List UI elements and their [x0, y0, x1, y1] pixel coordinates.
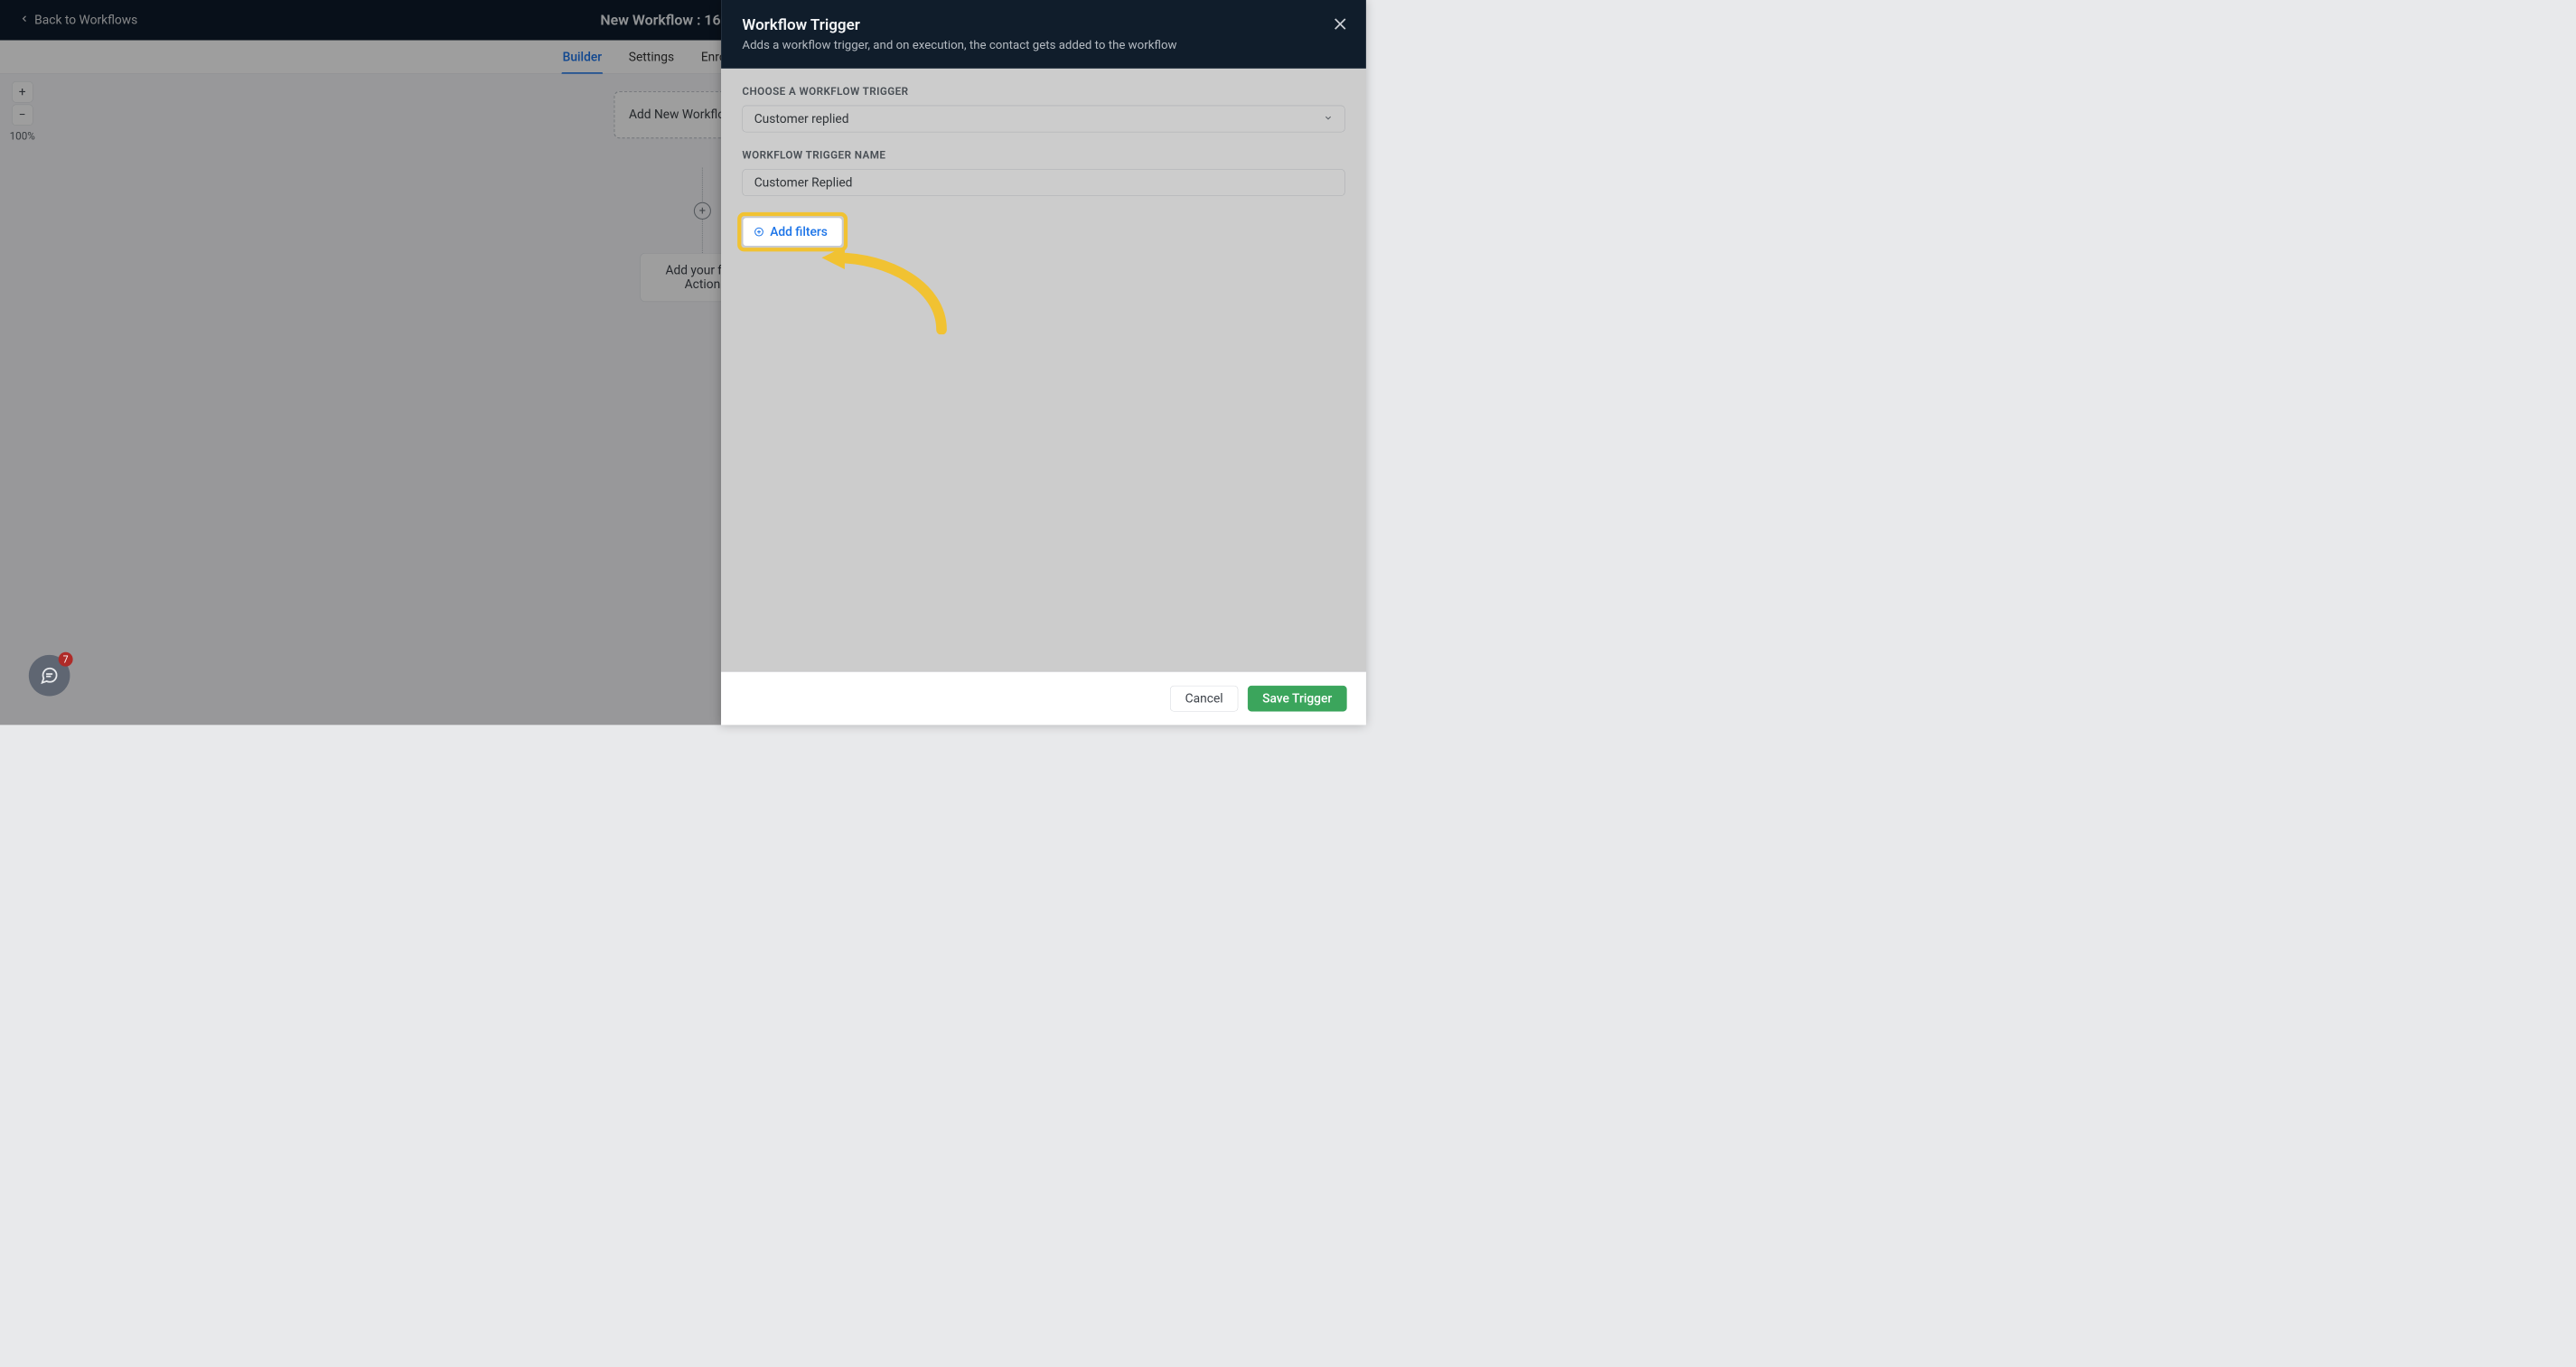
add-filters-highlight: Add filters	[742, 217, 842, 247]
close-button[interactable]	[1332, 15, 1349, 33]
cancel-button[interactable]: Cancel	[1170, 686, 1238, 712]
plus-circle-icon	[754, 227, 764, 238]
panel-subtitle: Adds a workflow trigger, and on executio…	[742, 38, 1344, 51]
trigger-select-value: Customer replied	[754, 112, 849, 126]
tab-builder[interactable]: Builder	[563, 41, 602, 72]
chevron-left-icon	[19, 13, 30, 27]
connector-line	[702, 220, 703, 253]
back-label: Back to Workflows	[34, 13, 137, 27]
annotation-arrow-icon	[817, 243, 951, 334]
close-icon	[1332, 15, 1349, 33]
zoom-controls: + − 100%	[10, 81, 35, 142]
panel-body: CHOOSE A WORKFLOW TRIGGER Customer repli…	[721, 69, 1366, 672]
zoom-level-label: 100%	[10, 130, 35, 142]
add-filters-label: Add filters	[770, 225, 828, 239]
chevron-down-icon	[1324, 112, 1334, 126]
save-trigger-button[interactable]: Save Trigger	[1248, 686, 1347, 712]
tab-settings[interactable]: Settings	[629, 41, 674, 72]
add-filters-button[interactable]: Add filters	[742, 217, 842, 247]
chat-badge: 7	[59, 652, 73, 667]
panel-header: Workflow Trigger Adds a workflow trigger…	[721, 0, 1366, 69]
choose-trigger-label: CHOOSE A WORKFLOW TRIGGER	[742, 86, 1344, 98]
zoom-out-button[interactable]: −	[12, 105, 33, 126]
back-to-workflows-link[interactable]: Back to Workflows	[19, 13, 137, 27]
add-step-button[interactable]: +	[694, 202, 711, 220]
chat-widget[interactable]: 7	[29, 655, 70, 697]
workflow-trigger-panel: Workflow Trigger Adds a workflow trigger…	[721, 0, 1366, 725]
panel-footer: Cancel Save Trigger	[721, 671, 1366, 725]
trigger-select[interactable]: Customer replied	[742, 106, 1344, 133]
zoom-in-button[interactable]: +	[12, 81, 33, 102]
connector-line	[702, 168, 703, 201]
panel-title: Workflow Trigger	[742, 15, 1344, 33]
trigger-name-label: WORKFLOW TRIGGER NAME	[742, 149, 1344, 161]
trigger-name-input[interactable]	[742, 169, 1344, 196]
